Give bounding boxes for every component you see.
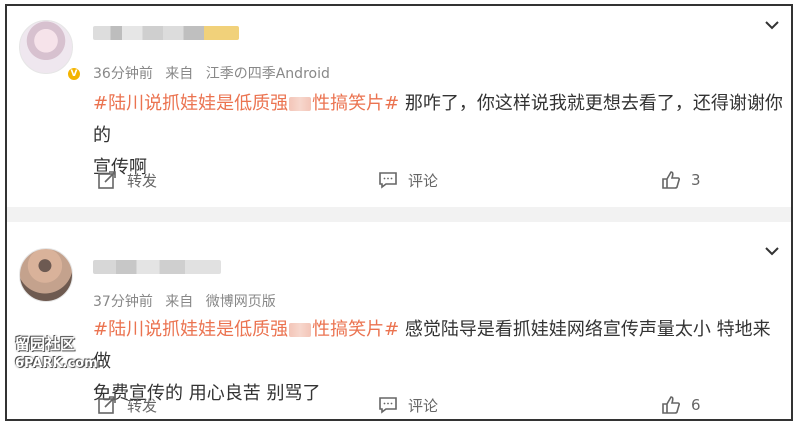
comment-time: 36分钟前 [93,66,153,82]
comment-icon [379,397,397,414]
comment-icon [379,172,397,189]
weibo-comments-panel: V 36分钟前 来自 江季の四季Android #陆川说抓娃娃是低质强 性搞笑片#… [5,4,793,421]
comment-card: V 36分钟前 来自 江季の四季Android #陆川说抓娃娃是低质强 性搞笑片#… [7,6,791,196]
like-icon [662,396,680,414]
site-watermark: 留园社区 6PARK.com [15,336,98,372]
avatar[interactable] [19,248,73,302]
comment-label: 评论 [408,171,439,190]
section-divider [7,207,791,222]
watermark-line1: 留园社区 [15,335,76,353]
topic-prefix: #陆川说抓娃娃是低质强 [93,319,289,340]
comment-card: 37分钟前 来自 微博网页版 #陆川说抓娃娃是低质强 性搞笑片# 感觉陆导是看抓娃… [7,234,791,419]
like-count: 6 [691,396,701,414]
blurred-word [289,323,312,337]
avatar[interactable] [19,20,73,74]
comment-source[interactable]: 微博网页版 [206,294,276,310]
topic-prefix: #陆川说抓娃娃是低质强 [93,93,289,114]
forward-button[interactable]: 转发 [97,166,157,194]
forward-button[interactable]: 转发 [97,391,157,419]
comment-meta: 36分钟前 来自 江季の四季Android [93,63,338,83]
verified-badge-icon: V [66,66,82,82]
action-bar: 转发 评论 3 [97,166,777,194]
comment-time: 37分钟前 [93,294,153,310]
blurred-username[interactable] [93,260,221,274]
like-icon [662,171,680,189]
topic-link[interactable]: #陆川说抓娃娃是低质强 性搞笑片# [93,93,405,114]
like-button[interactable]: 6 [661,391,701,419]
action-bar: 转发 评论 6 [97,391,777,419]
comment-meta: 37分钟前 来自 微博网页版 [93,291,284,311]
topic-link[interactable]: #陆川说抓娃娃是低质强 性搞笑片# [93,319,405,340]
source-prefix: 来自 [165,294,194,310]
chevron-down-icon[interactable] [763,242,781,260]
blurred-word [289,97,312,111]
comment-button[interactable]: 评论 [378,391,438,419]
source-prefix: 来自 [165,66,194,82]
like-count: 3 [691,171,701,189]
comment-source[interactable]: 江季の四季Android [206,66,330,82]
topic-suffix: 性搞笑片# [312,93,400,114]
like-button[interactable]: 3 [661,166,701,194]
forward-label: 转发 [127,396,158,415]
watermark-line2: 6PARK.com [15,356,98,371]
topic-suffix: 性搞笑片# [312,319,400,340]
comment-button[interactable]: 评论 [378,166,438,194]
forward-label: 转发 [127,171,158,190]
chevron-down-icon[interactable] [763,16,781,34]
forward-icon [98,396,116,414]
blurred-username[interactable] [93,26,239,40]
forward-icon [98,171,116,189]
comment-label: 评论 [408,396,439,415]
